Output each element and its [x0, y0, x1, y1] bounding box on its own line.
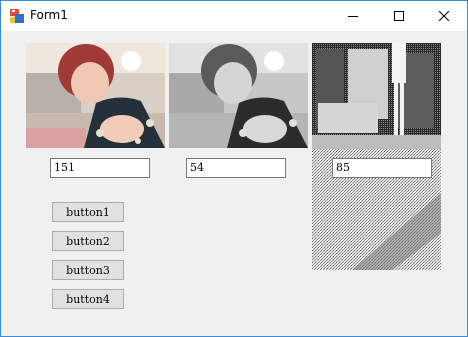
value-textbox-2[interactable]: 54 — [186, 158, 286, 178]
winforms-app-icon — [10, 9, 24, 23]
button4[interactable]: button4 — [52, 289, 124, 309]
binarized-street-photo — [312, 43, 441, 270]
value-textbox-3[interactable]: 85 — [332, 158, 432, 178]
maximize-icon — [394, 11, 404, 21]
grayscale-photo — [169, 43, 308, 148]
close-button[interactable] — [421, 1, 467, 31]
button2[interactable]: button2 — [52, 231, 124, 251]
minimize-icon — [348, 16, 358, 17]
close-icon — [439, 11, 449, 21]
minimize-button[interactable] — [330, 1, 376, 31]
form-window: Form1 151 54 85 button1 button2 button3 … — [0, 0, 468, 337]
button3[interactable]: button3 — [52, 260, 124, 280]
window-title: Form1 — [30, 8, 68, 22]
original-color-photo — [26, 43, 165, 148]
button1[interactable]: button1 — [52, 202, 124, 222]
value-textbox-1[interactable]: 151 — [50, 158, 150, 178]
title-bar[interactable]: Form1 — [1, 1, 467, 31]
maximize-button[interactable] — [376, 1, 422, 31]
